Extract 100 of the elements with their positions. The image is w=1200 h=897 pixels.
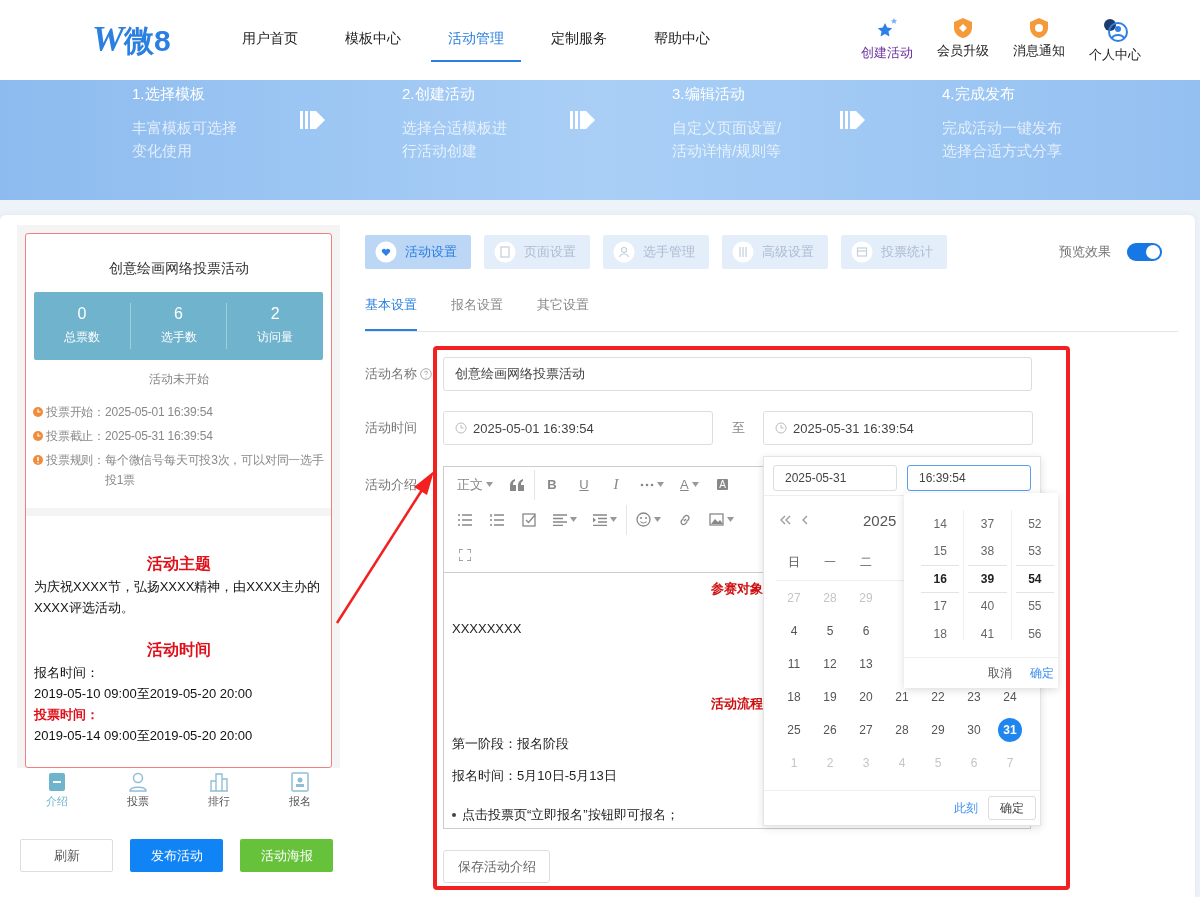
calendar-day[interactable]: 26 xyxy=(818,717,842,742)
nav-item[interactable]: 模板中心 xyxy=(328,0,418,80)
time-option[interactable]: 37 xyxy=(968,510,1007,538)
time-option[interactable]: 16 xyxy=(921,565,960,593)
time-input[interactable]: 16:39:54 xyxy=(907,465,1031,491)
paragraph-select[interactable]: 正文 xyxy=(450,475,500,494)
save-button[interactable]: 保存活动介绍 xyxy=(443,850,550,883)
person-icon xyxy=(128,772,149,792)
time-option[interactable]: 17 xyxy=(921,592,960,620)
section-heading: 活动时间 xyxy=(145,640,212,660)
end-time-field[interactable]: 2025-05-31 16:39:54 xyxy=(763,411,1033,445)
clock-icon xyxy=(455,422,467,434)
caret-icon xyxy=(610,517,617,522)
action-button[interactable]: 发布活动 xyxy=(130,839,223,872)
bulleted-list-icon xyxy=(458,513,472,526)
calendar-day[interactable]: 19 xyxy=(818,684,842,709)
field-label: 活动介绍 xyxy=(365,476,418,494)
nav-item[interactable]: 用户首页 xyxy=(225,0,315,80)
left-chevron-icon xyxy=(801,515,808,525)
calendar-day[interactable]: 22 xyxy=(926,684,950,709)
now-link[interactable]: 此刻 xyxy=(954,799,978,817)
sub-tab[interactable]: 基本设置 xyxy=(365,291,417,331)
time-option[interactable]: 54 xyxy=(1015,565,1054,593)
time-option[interactable]: 38 xyxy=(968,537,1007,565)
nav-item[interactable]: 活动管理 xyxy=(431,0,521,62)
time-option[interactable]: 14 xyxy=(921,510,960,538)
step-title: 3.编辑活动 xyxy=(672,85,746,104)
sub-tab[interactable]: 其它设置 xyxy=(537,291,589,331)
nav-item[interactable]: 帮助中心 xyxy=(637,0,727,80)
action-link[interactable]: 会员升级 xyxy=(937,41,989,60)
tabbar-item[interactable]: 排行 xyxy=(207,794,230,809)
cancel-link[interactable]: 取消 xyxy=(988,665,1012,682)
action-link[interactable]: 创建活动 xyxy=(861,43,913,62)
confirm-link[interactable]: 确定 xyxy=(1030,665,1054,682)
weekday-label: 一 xyxy=(823,553,837,571)
section-heading: 活动流程 xyxy=(711,695,763,713)
step-title: 2.创建活动 xyxy=(402,85,476,104)
smiley-icon xyxy=(636,512,651,527)
name-field[interactable]: 创意绘画网络投票活动 xyxy=(443,357,1032,391)
calendar-day[interactable]: 6 xyxy=(854,618,878,643)
calendar-day[interactable]: 24 xyxy=(998,684,1022,709)
calendar-day[interactable]: 11 xyxy=(782,651,806,676)
background-color-button[interactable]: A xyxy=(717,479,728,490)
step-description: 自定义页面设置/ xyxy=(672,118,783,138)
calendar-day[interactable]: 18 xyxy=(782,684,806,709)
calendar-title: 2025 xyxy=(863,511,897,529)
info-value: 2025-05-31 16:39:54 xyxy=(105,428,213,445)
weekday-label: 日 xyxy=(787,553,801,571)
time-option[interactable]: 15 xyxy=(921,537,960,565)
sub-tab[interactable]: 报名设置 xyxy=(451,291,503,331)
arrow-right-icon xyxy=(570,108,596,132)
paragraph: 2019-05-14 09:00至2019-05-20 20:00 xyxy=(34,727,254,745)
info-label: 投票截止： xyxy=(46,428,105,445)
calendar-day[interactable]: 4 xyxy=(782,618,806,643)
field-label: 活动名称 xyxy=(365,365,417,383)
calendar-day[interactable]: 23 xyxy=(962,684,986,709)
info-label: 投票开始： xyxy=(46,404,105,421)
stat-label: 总票数 xyxy=(62,329,101,346)
calendar-day[interactable]: 28 xyxy=(890,717,914,742)
action-link[interactable]: 消息通知 xyxy=(1013,41,1065,60)
bullet-dot xyxy=(452,813,456,817)
step-title: 1.选择模板 xyxy=(132,85,206,104)
calendar-day[interactable]: 29 xyxy=(926,717,950,742)
calendar-day[interactable]: 21 xyxy=(890,684,914,709)
stat-value: 2 xyxy=(269,304,281,324)
paragraph: 第一阶段：报名阶段 xyxy=(452,736,569,751)
time-option[interactable]: 18 xyxy=(921,620,960,648)
bar-chart-icon xyxy=(208,772,229,792)
font-color-button[interactable]: A xyxy=(673,477,706,492)
italic-button[interactable]: I xyxy=(601,476,631,493)
calendar-day[interactable]: 27 xyxy=(854,717,878,742)
badge-icon xyxy=(1028,16,1050,39)
stat-label: 选手数 xyxy=(159,329,198,346)
nav-item[interactable]: 定制服务 xyxy=(534,0,624,80)
preview-toggle[interactable] xyxy=(1127,243,1162,261)
calendar-day[interactable]: 20 xyxy=(854,684,878,709)
stat-value: 0 xyxy=(76,304,88,324)
start-time-field[interactable]: 2025-05-01 16:39:54 xyxy=(443,411,713,445)
link-icon xyxy=(678,512,692,527)
action-button[interactable]: 刷新 xyxy=(20,839,113,872)
calendar-day[interactable]: 30 xyxy=(962,717,986,742)
section-heading: 活动主题 xyxy=(145,554,212,574)
action-link[interactable]: 个人中心 xyxy=(1089,45,1141,64)
bold-button[interactable]: B xyxy=(537,477,567,492)
help-icon xyxy=(420,368,432,380)
time-option[interactable]: 40 xyxy=(968,592,1007,620)
time-option[interactable]: 39 xyxy=(968,565,1007,593)
range-separator: 至 xyxy=(730,419,746,437)
confirm-button[interactable]: 确定 xyxy=(988,796,1036,820)
calendar-day[interactable]: 25 xyxy=(782,717,806,742)
date-input[interactable]: 2025-05-31 xyxy=(773,465,897,491)
calendar-day[interactable]: 13 xyxy=(854,651,878,676)
paragraph: XXXXXXXX xyxy=(452,621,522,636)
calendar-day[interactable]: 31 xyxy=(998,717,1022,742)
calendar-day[interactable]: 12 xyxy=(818,651,842,676)
tabbar-item[interactable]: 投票 xyxy=(127,794,150,809)
tabbar-item[interactable]: 报名 xyxy=(288,794,311,809)
underline-button[interactable]: U xyxy=(569,477,599,492)
calendar-day[interactable]: 5 xyxy=(818,618,842,643)
time-option[interactable]: 41 xyxy=(968,620,1007,648)
